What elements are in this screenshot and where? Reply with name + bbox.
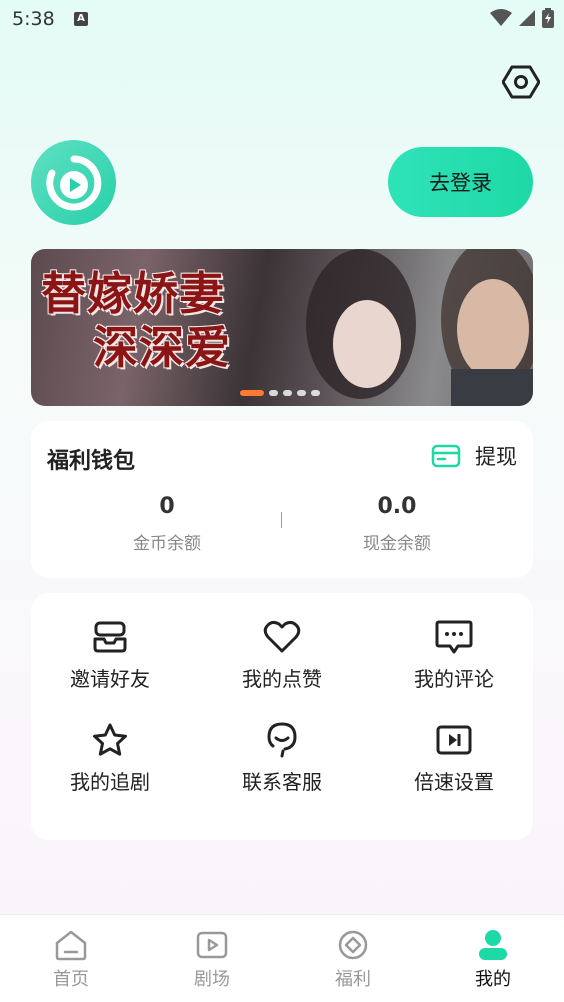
banner-title-line1: 替嫁娇妻 [41,267,226,320]
status-time: 5:38 [12,8,55,30]
menu-my-likes[interactable]: 我的点赞 [212,617,352,697]
login-button[interactable]: 去登录 [388,147,533,217]
menu-label: 联系客服 [242,770,322,794]
tab-label: 剧场 [194,969,230,990]
menu-label: 邀请好友 [70,667,150,691]
battery-icon [542,8,554,28]
card-icon [431,444,461,468]
speed-icon [434,720,474,760]
banner-dot[interactable] [269,390,278,396]
menu-label: 我的追剧 [70,770,150,794]
tab-home[interactable]: 首页 [31,929,111,991]
menu-label: 我的点赞 [242,667,322,691]
coins-stat[interactable]: 0 金币余额 [87,494,247,554]
cash-label: 现金余额 [363,534,431,554]
menu-label: 我的评论 [414,667,494,691]
star-icon [90,720,130,760]
banner-title: 替嫁娇妻 深深爱 [41,267,231,375]
cash-value: 0.0 [377,494,417,519]
wallet-title: 福利钱包 [47,449,136,474]
settings-button[interactable] [500,62,542,102]
tab-label: 我的 [475,969,511,990]
menu-invite-friends[interactable]: 邀请好友 [40,617,180,697]
invite-icon [90,617,130,657]
welfare-icon [338,930,368,960]
signal-icon [519,10,535,26]
notification-badge: A [74,12,88,26]
menu-label: 倍速设置 [414,770,494,794]
menu-my-comments[interactable]: 我的评论 [384,617,524,697]
home-icon [55,930,87,961]
comment-icon [434,617,474,657]
menu-speed-settings[interactable]: 倍速设置 [384,720,524,800]
tab-label: 福利 [335,969,371,990]
status-icons [490,8,554,28]
wallet-card: 福利钱包 提现 0 金币余额 0.0 现金余额 [31,421,533,578]
status-bar: 5:38 A [0,0,564,38]
menu-card: 邀请好友 我的点赞 我的评论 我的追剧 联系客服 倍速设置 [31,593,533,840]
coins-label: 金币余额 [133,534,201,554]
settings-icon [502,65,540,99]
banner-dot[interactable] [240,390,264,396]
menu-my-follows[interactable]: 我的追剧 [40,720,180,800]
promo-banner[interactable]: 替嫁娇妻 深深爱 [31,249,533,406]
menu-contact-support[interactable]: 联系客服 [212,720,352,800]
tab-theater[interactable]: 剧场 [172,929,252,991]
withdraw-button[interactable]: 提现 [431,441,517,471]
banner-title-line2: 深深爱 [93,321,232,374]
banner-dot[interactable] [283,390,292,396]
play-logo-icon [45,155,101,210]
withdraw-label: 提现 [475,445,517,469]
banner-pagination [240,390,320,396]
wifi-icon [490,9,512,26]
banner-dot[interactable] [311,390,320,396]
support-icon [262,720,302,760]
app-logo [31,140,116,225]
cash-stat[interactable]: 0.0 现金余额 [317,494,477,554]
banner-dot[interactable] [297,390,306,396]
tab-profile[interactable]: 我的 [453,929,533,991]
stat-divider [281,512,282,528]
heart-icon [262,617,302,657]
tab-label: 首页 [53,969,89,990]
theater-icon [196,931,228,959]
profile-icon [479,930,507,960]
tab-welfare[interactable]: 福利 [313,929,393,991]
bottom-tab-bar: 首页 剧场 福利 我的 [0,914,564,1002]
coins-value: 0 [159,494,175,519]
